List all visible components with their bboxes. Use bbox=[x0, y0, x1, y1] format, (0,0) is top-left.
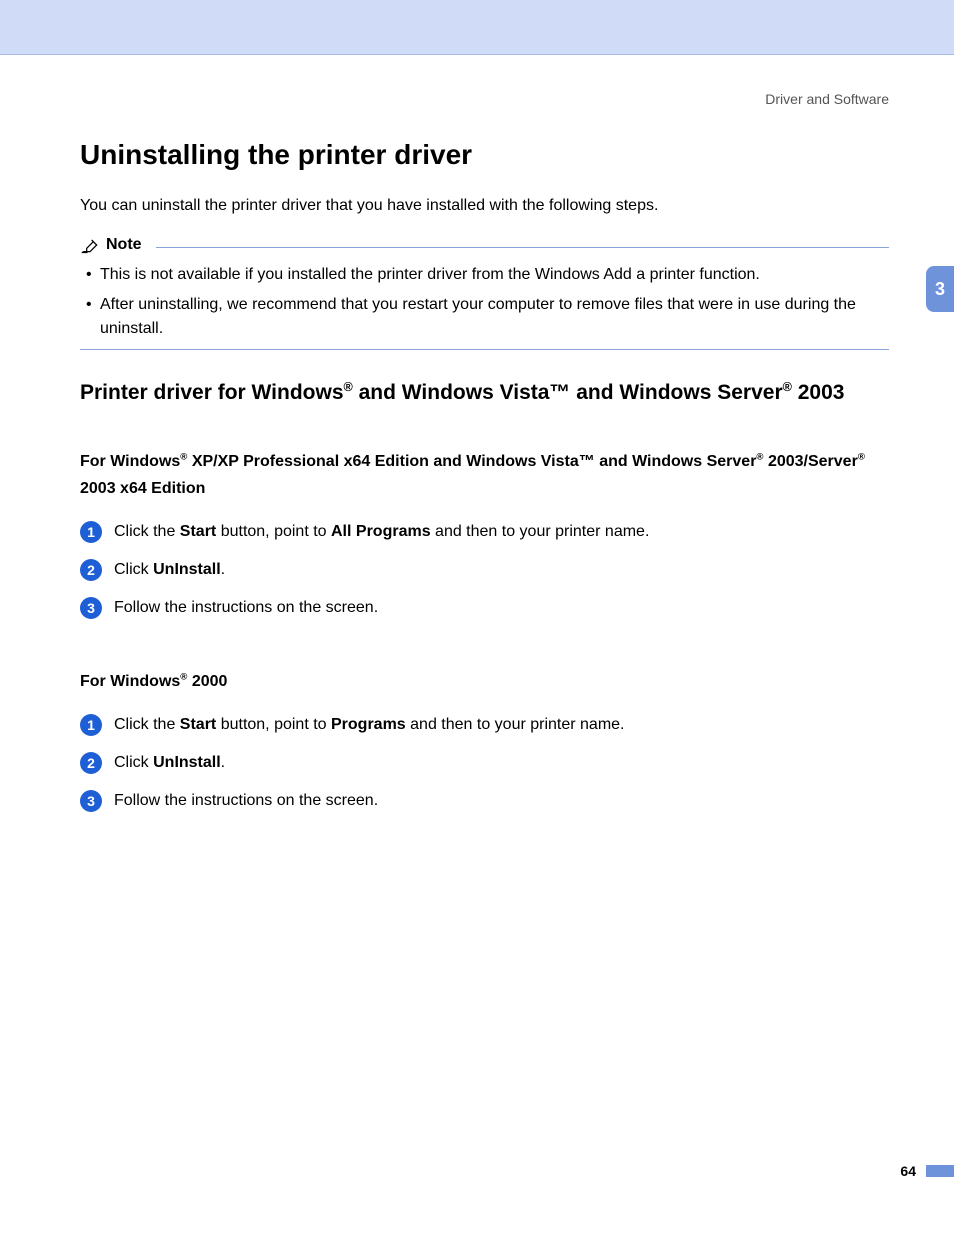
page-number-area: 64 bbox=[900, 1163, 954, 1179]
step-row: 1 Click the Start button, point to Progr… bbox=[80, 713, 889, 737]
step-number-badge: 1 bbox=[80, 521, 102, 543]
note-text: After uninstalling, we recommend that yo… bbox=[100, 293, 889, 341]
chapter-side-tab[interactable]: 3 bbox=[926, 266, 954, 312]
step-text: Follow the instructions on the screen. bbox=[114, 789, 378, 813]
note-text: This is not available if you installed t… bbox=[100, 263, 760, 287]
step-number-badge: 1 bbox=[80, 714, 102, 736]
step-text: Click the Start button, point to All Pro… bbox=[114, 520, 649, 544]
step-row: 3 Follow the instructions on the screen. bbox=[80, 596, 889, 620]
section-header-label: Driver and Software bbox=[0, 55, 954, 107]
chapter-number: 3 bbox=[935, 279, 945, 300]
sub-heading-b: For Windows® 2000 bbox=[80, 668, 889, 695]
page-title: Uninstalling the printer driver bbox=[80, 139, 889, 171]
page-number: 64 bbox=[900, 1163, 916, 1179]
step-row: 3 Follow the instructions on the screen. bbox=[80, 789, 889, 813]
step-row: 2 Click UnInstall. bbox=[80, 558, 889, 582]
bullet-icon: • bbox=[86, 293, 100, 341]
step-number-badge: 2 bbox=[80, 752, 102, 774]
step-row: 1 Click the Start button, point to All P… bbox=[80, 520, 889, 544]
note-block: Note •This is not available if you insta… bbox=[80, 235, 889, 350]
step-row: 2 Click UnInstall. bbox=[80, 751, 889, 775]
step-number-badge: 2 bbox=[80, 559, 102, 581]
note-bottom-rule bbox=[80, 349, 889, 350]
note-header-rule bbox=[156, 247, 889, 248]
section-heading: Printer driver for Windows® and Windows … bbox=[80, 378, 889, 407]
pencil-note-icon bbox=[80, 235, 100, 255]
step-text: Follow the instructions on the screen. bbox=[114, 596, 378, 620]
note-item: •After uninstalling, we recommend that y… bbox=[86, 293, 889, 341]
note-label: Note bbox=[106, 236, 142, 254]
step-text: Click the Start button, point to Program… bbox=[114, 713, 625, 737]
step-number-badge: 3 bbox=[80, 597, 102, 619]
page-content: Uninstalling the printer driver You can … bbox=[0, 139, 954, 813]
intro-paragraph: You can uninstall the printer driver tha… bbox=[80, 195, 889, 217]
page-mark-icon bbox=[926, 1165, 954, 1177]
bullet-icon: • bbox=[86, 263, 100, 287]
step-text: Click UnInstall. bbox=[114, 558, 225, 582]
top-band bbox=[0, 0, 954, 55]
step-number-badge: 3 bbox=[80, 790, 102, 812]
step-text: Click UnInstall. bbox=[114, 751, 225, 775]
sub-heading-a: For Windows® XP/XP Professional x64 Edit… bbox=[80, 448, 889, 502]
note-header: Note bbox=[80, 235, 889, 255]
note-item: •This is not available if you installed … bbox=[86, 263, 889, 287]
note-list: •This is not available if you installed … bbox=[86, 263, 889, 341]
